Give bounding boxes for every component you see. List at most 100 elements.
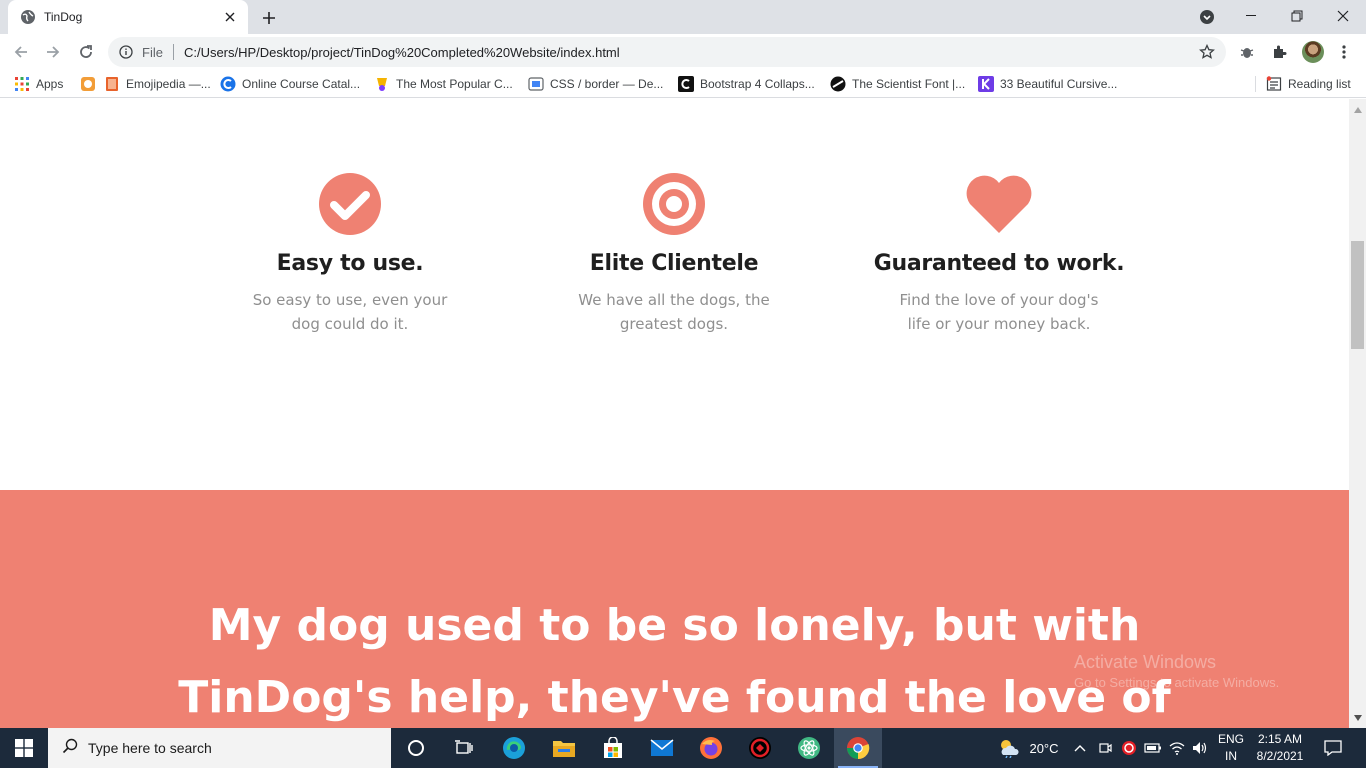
bookmark-emojipedia[interactable]: Emojipedia —...	[104, 75, 211, 93]
battery-icon[interactable]	[1143, 728, 1163, 768]
scrollbar-thumb[interactable]	[1351, 241, 1364, 349]
bookmark-most-popular[interactable]: The Most Popular C...	[374, 75, 513, 93]
security-tray-icon[interactable]	[1119, 728, 1139, 768]
meet-now-icon[interactable]	[1095, 728, 1115, 768]
scroll-down-arrow-icon[interactable]	[1353, 713, 1362, 722]
bootstrap-icon	[678, 76, 694, 92]
reading-list-icon	[1266, 76, 1282, 92]
reading-list-button[interactable]: Reading list	[1266, 75, 1351, 93]
search-icon	[62, 738, 78, 758]
bookmark-label: Apps	[36, 77, 64, 91]
bookmark-label: Bootstrap 4 Collaps...	[700, 77, 815, 91]
watermark-title: Activate Windows	[1074, 652, 1217, 672]
url-divider	[172, 44, 174, 60]
bookmark-cursive[interactable]: 33 Beautiful Cursive...	[978, 75, 1117, 93]
bookmark-css-border[interactable]: CSS / border — De...	[528, 75, 663, 93]
firefox-icon[interactable]	[687, 728, 735, 768]
browser-tab[interactable]: TinDog	[8, 0, 248, 34]
back-arrow-icon[interactable]	[7, 38, 35, 66]
extensions-puzzle-icon[interactable]	[1269, 42, 1289, 62]
reload-icon[interactable]	[72, 38, 100, 66]
tab-strip: TinDog	[0, 0, 1366, 34]
new-tab-icon[interactable]	[258, 7, 280, 29]
feature-text: So easy to use, even your dog could do i…	[252, 291, 448, 333]
edge-browser-icon[interactable]	[490, 728, 538, 768]
notifications-icon[interactable]	[1318, 728, 1348, 768]
tab-search-icon[interactable]	[1197, 7, 1217, 27]
microsoft-store-icon[interactable]	[589, 728, 637, 768]
bookmark-label: The Scientist Font |...	[852, 77, 966, 91]
bookmark-label: CSS / border — De...	[550, 77, 664, 91]
taskbar-search-box[interactable]: Type here to search	[48, 728, 391, 768]
url-scheme: File	[142, 44, 163, 60]
chrome-icon[interactable]	[834, 728, 882, 768]
minimize-icon[interactable]	[1228, 0, 1274, 32]
bug-extension-icon[interactable]	[1237, 42, 1257, 62]
search-placeholder: Type here to search	[88, 740, 212, 756]
emojipedia-icon	[104, 76, 120, 92]
popular-icon	[374, 76, 390, 92]
task-view-icon[interactable]	[440, 728, 488, 768]
bookmark-apps[interactable]: Apps	[14, 75, 63, 93]
bookmark-emojipedia-orange[interactable]	[80, 75, 102, 93]
language-code: ENG	[1217, 732, 1244, 746]
course-catalog-icon	[220, 76, 236, 92]
feature-easy: Easy to use. So easy to use, even your d…	[210, 173, 490, 336]
feature-title: Guaranteed to work.	[873, 251, 1125, 276]
cortana-icon[interactable]	[392, 728, 440, 768]
activate-windows-watermark: Activate Windows Go to Settings to activ…	[1074, 652, 1279, 690]
bookmark-star-icon[interactable]	[1198, 43, 1216, 61]
scroll-up-arrow-icon[interactable]	[1353, 105, 1362, 114]
reading-list-label: Reading list	[1288, 77, 1351, 91]
feature-title: Elite Clientele	[589, 251, 759, 276]
atom-editor-icon[interactable]	[785, 728, 833, 768]
feature-guaranteed: Guaranteed to work. Find the love of you…	[859, 173, 1139, 336]
volume-icon[interactable]	[1190, 728, 1210, 768]
temperature-label[interactable]: 20°C	[1024, 728, 1064, 768]
address-bar[interactable]: File C:/Users/HP/Desktop/project/TinDog%…	[108, 37, 1226, 67]
wifi-icon[interactable]	[1167, 728, 1187, 768]
url-text[interactable]: C:/Users/HP/Desktop/project/TinDog%20Com…	[184, 45, 1198, 60]
font-icon	[830, 76, 846, 92]
tab-title: TinDog	[44, 10, 83, 24]
clock-date: 8/2/2021	[1256, 749, 1304, 763]
windows-start-icon[interactable]	[0, 728, 48, 768]
page-scrollbar[interactable]	[1349, 99, 1366, 728]
taskbar-clock[interactable]: 2:15 AM 8/2/2021	[1250, 731, 1310, 765]
window-close-icon[interactable]	[1320, 0, 1366, 32]
feature-text: Find the love of your dog's life or your…	[899, 291, 1099, 333]
bookmark-scientist-font[interactable]: The Scientist Font |...	[830, 75, 965, 93]
restore-icon[interactable]	[1274, 0, 1320, 32]
language-indicator[interactable]: ENG IN	[1214, 731, 1248, 765]
css-icon	[528, 76, 544, 92]
clock-time: 2:15 AM	[1257, 732, 1303, 746]
watermark-subtitle: Go to Settings to activate Windows.	[1074, 675, 1280, 690]
bookmark-bootstrap[interactable]: Bootstrap 4 Collaps...	[678, 75, 815, 93]
check-circle-icon	[210, 173, 490, 235]
cursive-icon	[978, 76, 994, 92]
features-section: Easy to use. So easy to use, even your d…	[0, 99, 1349, 490]
more-menu-icon[interactable]	[1334, 42, 1354, 62]
heart-icon	[859, 173, 1139, 235]
bookmarks-bar: Apps Emojipedia —... Online Course Catal…	[0, 70, 1366, 98]
forward-arrow-icon[interactable]	[39, 38, 67, 66]
weather-icon[interactable]	[995, 728, 1023, 768]
profile-avatar[interactable]	[1302, 41, 1324, 63]
bookmark-label: 33 Beautiful Cursive...	[1000, 77, 1118, 91]
emojipedia-icon	[80, 76, 96, 92]
testimonial-quote: My dog used to be so lonely, but with Ti…	[178, 600, 1171, 723]
bookmark-label: Online Course Catal...	[242, 77, 361, 91]
bookmarks-divider	[1255, 76, 1256, 92]
feature-elite: Elite Clientele We have all the dogs, th…	[534, 173, 814, 336]
info-icon[interactable]	[118, 44, 134, 60]
show-hidden-icons-chevron-icon[interactable]	[1071, 728, 1089, 768]
mail-icon[interactable]	[638, 728, 686, 768]
antivirus-icon[interactable]	[736, 728, 784, 768]
bullseye-icon	[534, 173, 814, 235]
feature-text: We have all the dogs, the greatest dogs.	[578, 291, 770, 333]
bookmark-online-course[interactable]: Online Course Catal...	[220, 75, 360, 93]
bookmark-label: Emojipedia —...	[126, 77, 211, 91]
file-explorer-icon[interactable]	[540, 728, 588, 768]
region-code: IN	[1225, 749, 1237, 763]
tab-close-icon[interactable]	[222, 9, 238, 25]
